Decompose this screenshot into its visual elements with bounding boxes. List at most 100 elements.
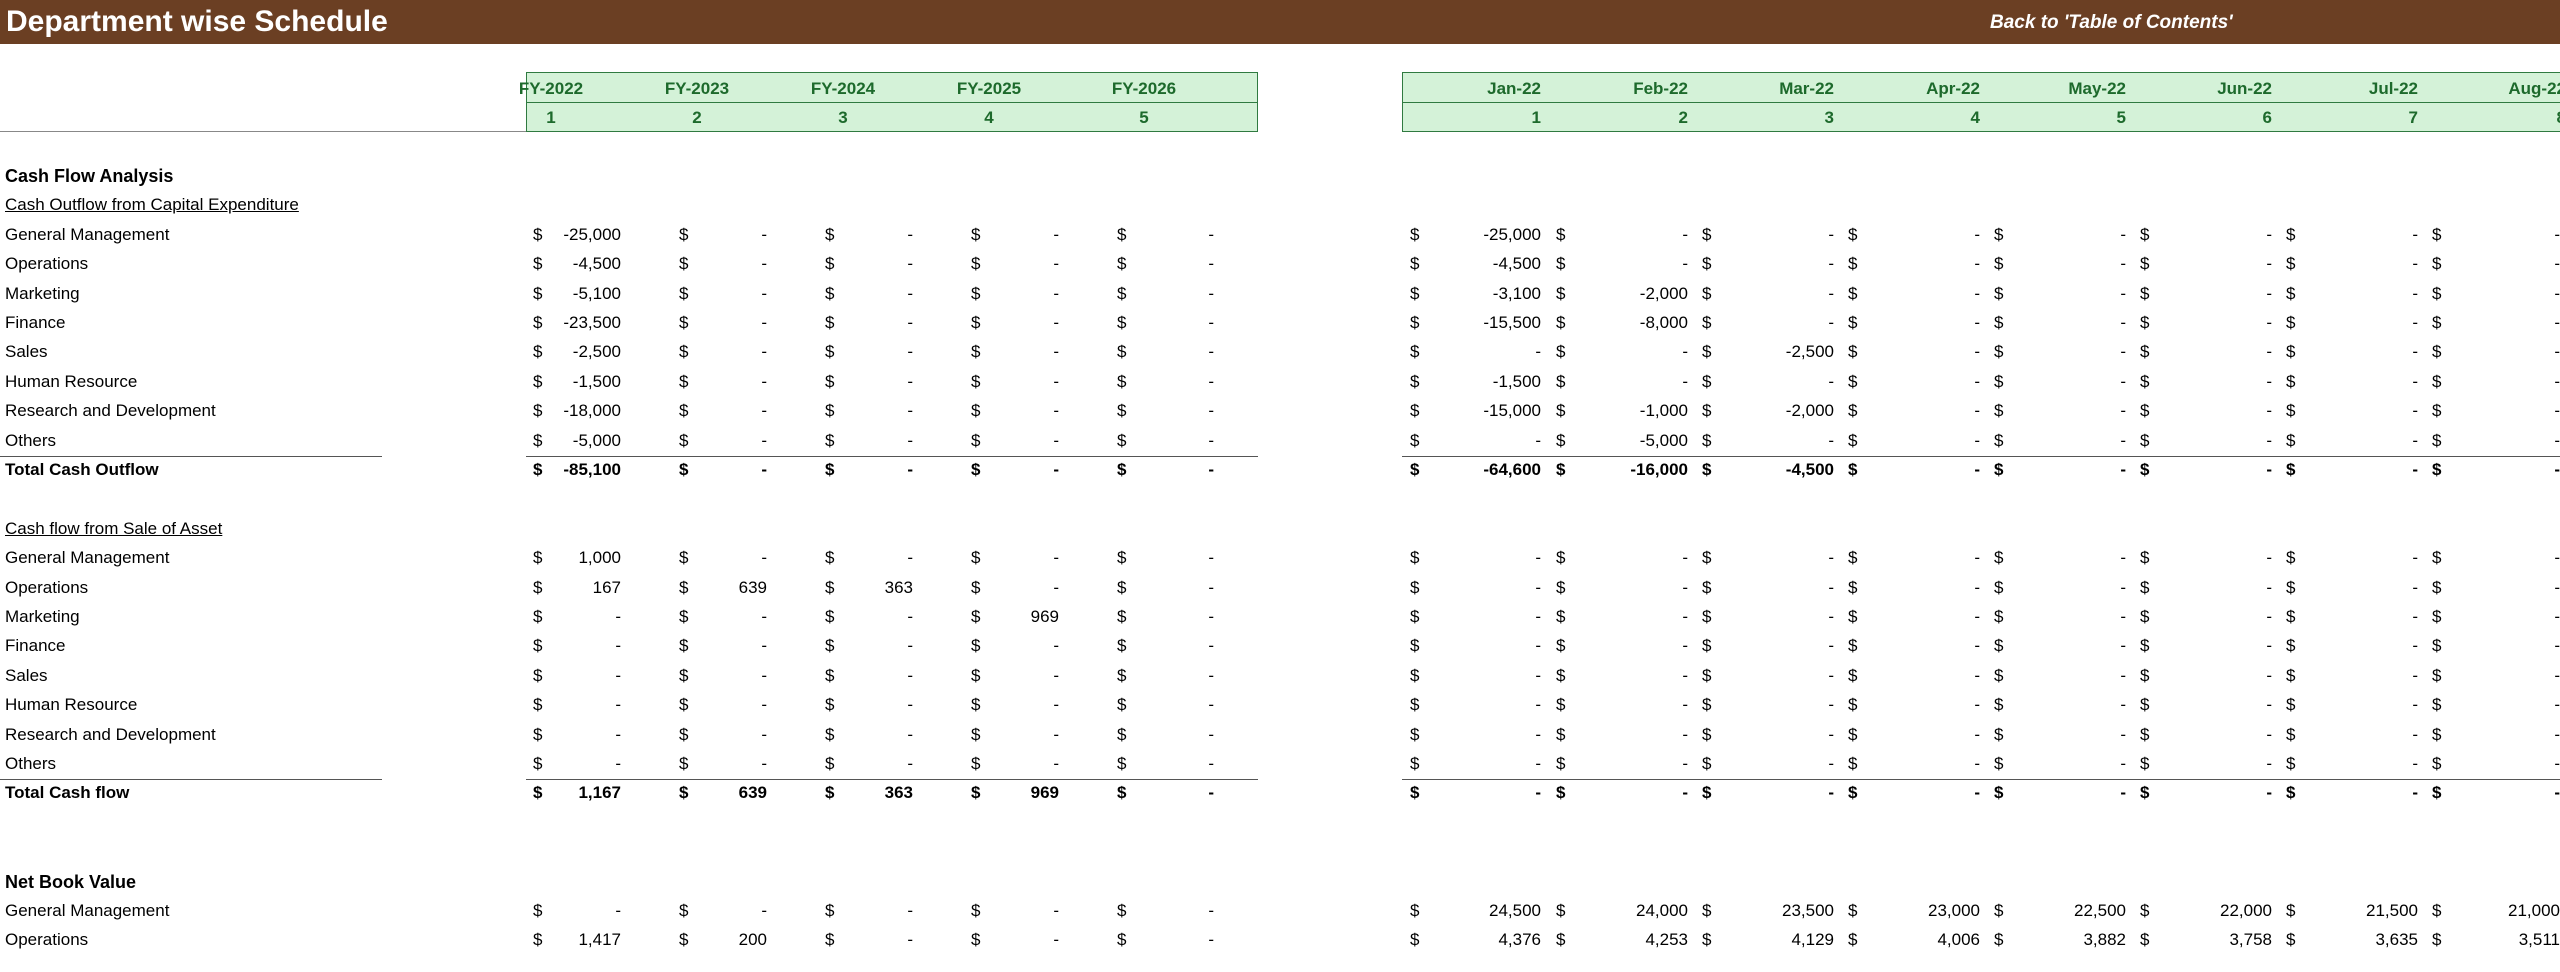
monthly-cell: - — [2120, 283, 2126, 303]
row-label: Operations — [5, 930, 89, 950]
currency-symbol: $ — [1994, 283, 2004, 303]
row-label: Net Book Value — [5, 871, 137, 892]
monthly-cell: - — [2554, 577, 2560, 597]
row-label: Operations — [5, 577, 89, 597]
annual-cell: - — [1208, 901, 1214, 920]
monthly-cell: 23,500 — [1782, 901, 1834, 920]
annual-cell: 1,417 — [578, 930, 621, 950]
monthly-cell: - — [2120, 254, 2126, 274]
currency-symbol: $ — [1994, 577, 2004, 597]
annual-cell: - — [1208, 342, 1214, 362]
monthly-cell: - — [2120, 430, 2126, 450]
annual-cell: - — [761, 548, 767, 568]
monthly-period-header: Mar-22 — [1779, 79, 1834, 98]
annual-cell: - — [907, 930, 913, 950]
annual-cell: - — [761, 754, 767, 773]
currency-symbol: $ — [1410, 695, 1420, 715]
monthly-period-index: 7 — [2408, 108, 2418, 127]
monthly-cell: - — [1828, 577, 1834, 597]
back-to-contents-link[interactable]: Back to 'Table of Contents' — [1990, 12, 2233, 34]
currency-symbol: $ — [2286, 283, 2296, 303]
currency-symbol: $ — [2140, 607, 2150, 626]
currency-symbol: $ — [1702, 724, 1712, 744]
monthly-cell: - — [1682, 548, 1688, 568]
currency-symbol: $ — [1702, 754, 1712, 773]
monthly-cell: - — [2554, 254, 2560, 274]
currency-symbol: $ — [1702, 342, 1712, 362]
annual-cell: -5,100 — [572, 283, 621, 303]
currency-symbol: $ — [1848, 665, 1858, 685]
monthly-cell: - — [2554, 342, 2560, 362]
monthly-cell: -15,500 — [1483, 313, 1541, 332]
monthly-cell: -4,500 — [1785, 460, 1834, 479]
annual-cell: - — [1208, 430, 1214, 450]
currency-symbol: $ — [1556, 313, 1566, 332]
annual-cell: - — [1208, 636, 1214, 656]
monthly-cell: 4,376 — [1498, 930, 1541, 950]
currency-symbol: $ — [1410, 401, 1420, 421]
monthly-cell: - — [2554, 401, 2560, 421]
row-label: General Management — [5, 548, 170, 568]
currency-symbol: $ — [1994, 401, 2004, 421]
monthly-cell: -64,600 — [1483, 460, 1541, 479]
annual-cell: - — [615, 901, 621, 920]
annual-cell: - — [1208, 783, 1214, 803]
monthly-cell: - — [1828, 665, 1834, 685]
annual-period-index: 3 — [838, 108, 848, 127]
annual-cell: - — [1208, 577, 1214, 597]
row-label: Cash flow from Sale of Asset — [5, 518, 223, 538]
annual-cell: - — [761, 283, 767, 303]
monthly-cell: - — [1535, 665, 1541, 685]
currency-symbol: $ — [1994, 460, 2004, 479]
monthly-cell: - — [1974, 371, 1980, 391]
monthly-cell: -16,000 — [1630, 460, 1688, 479]
monthly-cell: - — [2554, 283, 2560, 303]
annual-cell: - — [907, 254, 913, 274]
annual-cell: - — [761, 430, 767, 450]
currency-symbol: $ — [2286, 724, 2296, 744]
monthly-cell: - — [1535, 577, 1541, 597]
monthly-cell: - — [1974, 754, 1980, 773]
annual-cell: - — [907, 401, 913, 421]
annual-cell: - — [1208, 665, 1214, 685]
monthly-cell: - — [2412, 460, 2418, 479]
monthly-cell: - — [2412, 430, 2418, 450]
monthly-header-divider — [1402, 102, 2560, 103]
currency-symbol: $ — [2140, 401, 2150, 421]
annual-cell: - — [1208, 724, 1214, 744]
row-label: Sales — [5, 342, 48, 362]
annual-cell: - — [761, 460, 767, 479]
annual-cell: 1,000 — [578, 548, 621, 568]
annual-cell: - — [1053, 371, 1059, 391]
annual-cell: - — [907, 636, 913, 656]
row-label: Others — [5, 754, 57, 773]
monthly-cell: - — [2266, 224, 2272, 244]
monthly-cell: - — [2266, 724, 2272, 744]
currency-symbol: $ — [1556, 460, 1566, 479]
annual-cell: 363 — [884, 577, 913, 597]
annual-cell: - — [907, 607, 913, 626]
monthly-cell: - — [2412, 224, 2418, 244]
currency-symbol: $ — [1410, 665, 1420, 685]
monthly-cell: - — [1974, 342, 1980, 362]
annual-cell: - — [1053, 636, 1059, 656]
monthly-cell: - — [2120, 342, 2126, 362]
currency-symbol: $ — [1994, 930, 2004, 950]
monthly-cell: - — [1682, 254, 1688, 274]
currency-symbol: $ — [1410, 754, 1420, 773]
monthly-cell: - — [1535, 548, 1541, 568]
annual-cell: - — [1053, 754, 1059, 773]
monthly-cell: 21,500 — [2366, 901, 2418, 920]
monthly-cell: - — [1535, 636, 1541, 656]
annual-cell: - — [761, 901, 767, 920]
annual-cell: - — [761, 724, 767, 744]
monthly-cell: -15,000 — [1483, 401, 1541, 421]
currency-symbol: $ — [2140, 930, 2150, 950]
monthly-cell: - — [2266, 430, 2272, 450]
monthly-cell: - — [1682, 607, 1688, 626]
monthly-cell: - — [2412, 254, 2418, 274]
currency-symbol: $ — [1994, 430, 2004, 450]
monthly-cell: - — [1828, 724, 1834, 744]
monthly-cell: - — [2120, 371, 2126, 391]
annual-cell: - — [1208, 695, 1214, 715]
